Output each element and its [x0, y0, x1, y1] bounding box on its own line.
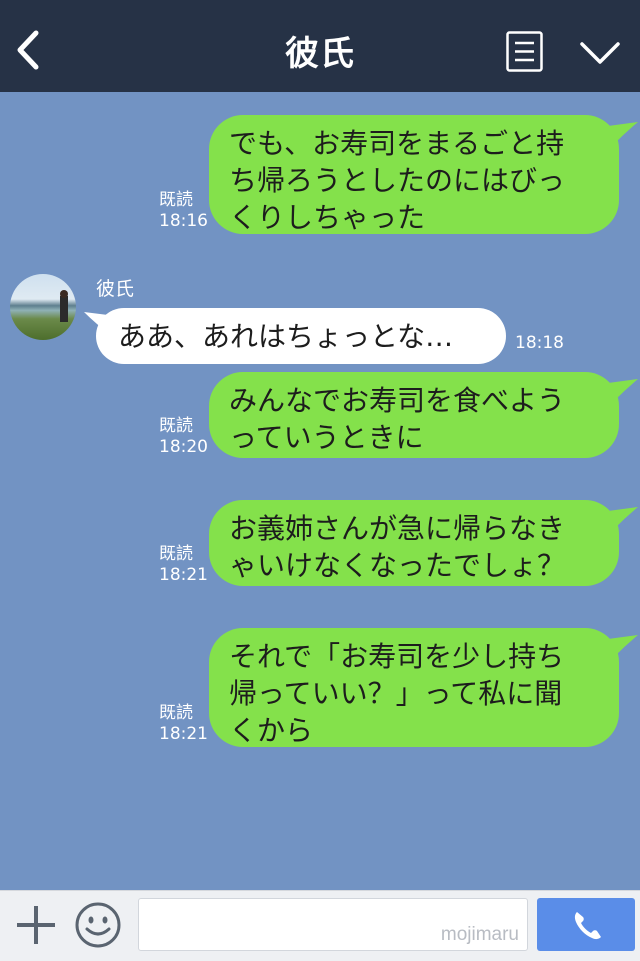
menu-button[interactable] — [506, 31, 543, 72]
plus-icon — [17, 906, 55, 944]
avatar[interactable] — [10, 274, 76, 340]
read-receipt: 既読 — [159, 416, 193, 436]
read-receipt: 既読 — [159, 190, 193, 210]
bubble-tail — [608, 379, 638, 401]
message-meta: 既読 18:20 — [159, 416, 208, 458]
chat-title: 彼氏 — [285, 34, 355, 74]
message-time: 18:20 — [159, 437, 208, 457]
smiley-icon — [75, 902, 121, 948]
bubble-tail — [608, 507, 638, 529]
watermark: mojimaru — [440, 924, 519, 945]
message-composer: mojimaru — [0, 890, 640, 961]
message-time: 18:16 — [159, 211, 208, 231]
person-silhouette-icon — [60, 290, 68, 322]
message-time: 18:21 — [159, 724, 208, 744]
message-time: 18:18 — [515, 333, 564, 353]
phone-icon — [574, 912, 601, 940]
outgoing-message-bubble[interactable]: それで「お寿司を少し持ち 帰っていい？」って私に聞 くから — [209, 628, 619, 747]
chevron-down-icon — [580, 42, 620, 64]
incoming-message-bubble[interactable]: ああ、あれはちょっとな… — [96, 308, 506, 364]
outgoing-message-bubble[interactable]: みんなでお寿司を食べよう っていうときに — [209, 372, 619, 458]
add-button[interactable] — [14, 903, 58, 947]
outgoing-message-bubble[interactable]: お義姉さんが急に帰らなき ゃいけなくなったでしょ？ — [209, 500, 619, 586]
list-icon — [506, 31, 543, 72]
call-button[interactable] — [537, 898, 635, 951]
expand-button[interactable] — [578, 38, 622, 68]
message-meta: 既読 18:21 — [159, 703, 208, 745]
read-receipt: 既読 — [159, 703, 193, 723]
message-time: 18:21 — [159, 565, 208, 585]
bubble-tail — [608, 122, 638, 144]
message-meta: 既読 18:21 — [159, 544, 208, 586]
sender-name: 彼氏 — [96, 278, 135, 300]
outgoing-message-bubble[interactable]: でも、お寿司をまるごと持 ち帰ろうとしたのにはびっ くりしちゃった — [209, 115, 619, 234]
read-receipt: 既読 — [159, 544, 193, 564]
message-meta: 既読 18:16 — [159, 190, 208, 232]
message-input[interactable]: mojimaru — [138, 898, 528, 951]
chat-header: 彼氏 — [0, 0, 640, 92]
chat-area[interactable]: 既読 18:16 でも、お寿司をまるごと持 ち帰ろうとしたのにはびっ くりしちゃ… — [0, 92, 640, 890]
bubble-tail — [608, 635, 638, 657]
emoji-button[interactable] — [74, 901, 122, 949]
